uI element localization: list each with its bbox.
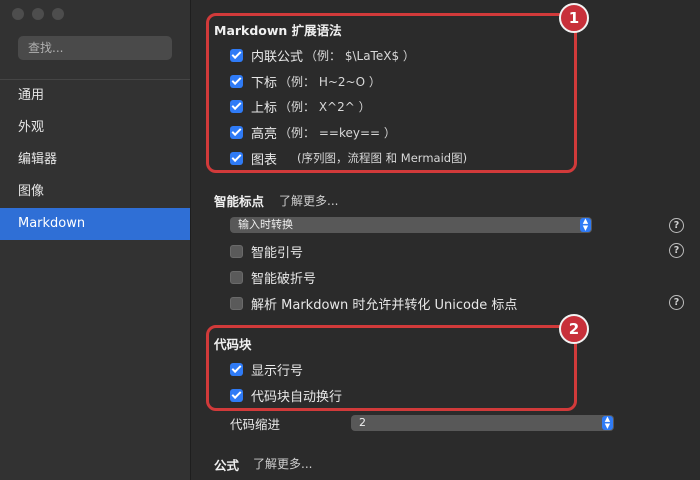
smart-punct-learn-more-link[interactable]: 了解更多... [279,192,338,209]
sidebar-item-markdown[interactable]: Markdown [0,208,190,240]
annotation-badge-2: 2 [559,314,589,344]
smart-quotes-checkbox[interactable] [230,244,243,258]
sidebar-item-editor[interactable]: 编辑器 [0,144,190,176]
sidebar-item-appearance[interactable]: 外观 [0,112,190,144]
select-stepper-icon: ▲ ▼ [602,416,613,430]
settings-pane: Markdown 扩展语法 内联公式 （例： $\LaTeX$ ） 下标 （例：… [191,0,700,480]
code-indent-select[interactable]: 2 ▲ ▼ [351,415,614,431]
sidebar-nav: 通用 外观 编辑器 图像 Markdown [0,80,190,240]
preferences-window: 通用 外观 编辑器 图像 Markdown Markdown 扩展语法 内联公式… [0,0,700,480]
smart-quotes-label: 智能引号 [251,245,304,261]
option-smart-dashes[interactable]: 智能破折号 [230,268,317,287]
search-input[interactable] [18,36,172,60]
unicode-punct-label: 解析 Markdown 时允许并转化 Unicode 标点 [251,297,518,313]
option-smart-quotes[interactable]: 智能引号 [230,242,304,261]
smart-punct-help-icon[interactable]: ? [669,218,684,233]
smart-punct-mode-select[interactable]: 输入时转换 ▲ ▼ [230,217,592,233]
annotation-box-2 [206,325,577,411]
minimize-window-button[interactable] [32,8,44,20]
smart-quotes-help-icon[interactable]: ? [669,243,684,258]
zoom-window-button[interactable] [52,8,64,20]
option-unicode-punct[interactable]: 解析 Markdown 时允许并转化 Unicode 标点 [230,294,518,313]
close-window-button[interactable] [12,8,24,20]
sidebar: 通用 外观 编辑器 图像 Markdown [0,0,191,480]
select-stepper-icon: ▲ ▼ [580,218,591,232]
smart-dashes-label: 智能破折号 [251,271,317,287]
unicode-punct-help-icon[interactable]: ? [669,295,684,310]
annotation-badge-1: 1 [559,3,589,33]
code-indent-label: 代码缩进 [230,417,281,432]
sidebar-item-image[interactable]: 图像 [0,176,190,208]
annotation-box-1 [206,13,577,173]
smart-punct-mode-value: 输入时转换 [238,218,293,231]
window-controls [12,8,64,20]
math-title: 公式 [214,458,240,473]
math-learn-more-link[interactable]: 了解更多... [253,455,312,472]
smart-punct-title: 智能标点 [214,194,265,209]
sidebar-item-general[interactable]: 通用 [0,80,190,112]
unicode-punct-checkbox[interactable] [230,296,243,310]
smart-dashes-checkbox[interactable] [230,270,243,284]
code-indent-value: 2 [359,416,366,429]
